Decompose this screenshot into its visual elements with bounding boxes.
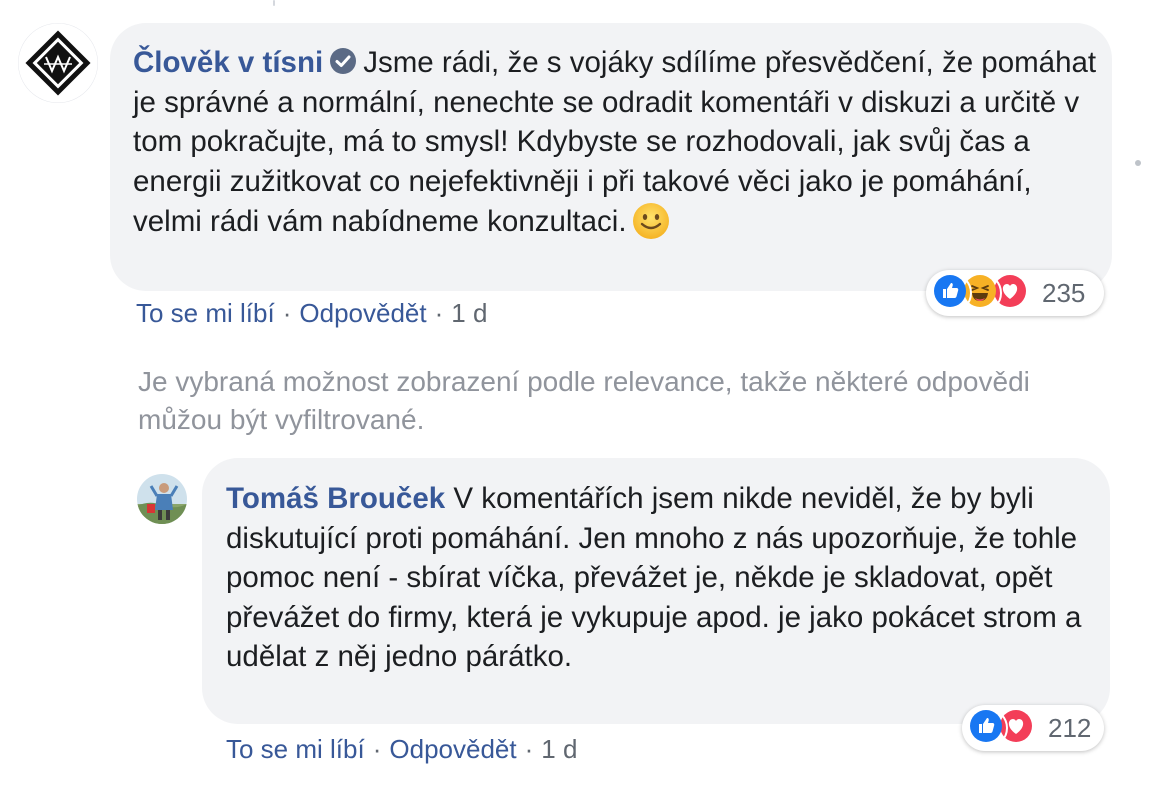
separator: ·: [434, 298, 444, 328]
comment-actions: To se mi líbí · Odpovědět · 1 d: [136, 298, 487, 329]
comment-body: Člověk v tísni Jsme rádi, že s vojáky sdí…: [133, 43, 1108, 242]
reply-link[interactable]: Odpovědět: [389, 734, 516, 764]
reaction-count: 212: [1048, 712, 1092, 743]
organization-logo: [18, 23, 98, 103]
separator: ·: [524, 734, 534, 764]
thread-line: [273, 0, 275, 6]
timestamp[interactable]: 1 d: [451, 298, 487, 328]
like-link[interactable]: To se mi líbí: [226, 734, 365, 764]
like-reaction-icon: [968, 708, 1008, 748]
comment-author[interactable]: Tomáš Brouček: [226, 482, 445, 515]
avatar-tomas-broucek[interactable]: [137, 474, 187, 524]
more-options-icon[interactable]: [1130, 155, 1146, 171]
avatar-clovek-v-tisni[interactable]: [18, 23, 98, 103]
profile-photo: [137, 474, 187, 524]
verified-badge-icon: [329, 46, 357, 74]
slightly-smiling-face-icon: [631, 201, 671, 241]
comment-body: Tomáš Brouček V komentářích jsem nikde n…: [226, 479, 1106, 677]
reactions-summary[interactable]: 212: [962, 705, 1104, 751]
timestamp[interactable]: 1 d: [541, 734, 577, 764]
separator: ·: [282, 298, 292, 328]
reply-link[interactable]: Odpovědět: [299, 298, 426, 328]
comment-author[interactable]: Člověk v tísni: [133, 46, 323, 79]
like-link[interactable]: To se mi líbí: [136, 298, 275, 328]
filter-notice: Je vybraná možnost zobrazení podle relev…: [138, 366, 1030, 435]
separator: ·: [372, 734, 382, 764]
comment-actions: To se mi líbí · Odpovědět · 1 d: [226, 734, 577, 765]
like-reaction-icon: [932, 273, 972, 313]
reaction-count: 235: [1042, 277, 1086, 308]
reactions-summary[interactable]: 235: [926, 270, 1104, 316]
